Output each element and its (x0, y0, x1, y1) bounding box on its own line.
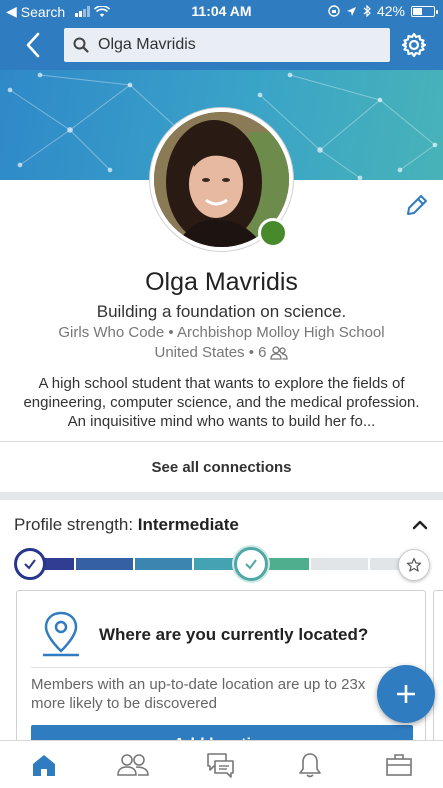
top-bar: ◀ Search 11:04 AM 42% (0, 0, 443, 70)
see-all-connections-link[interactable]: See all connections (0, 450, 443, 486)
profile-strength-prefix: Profile strength: (14, 515, 138, 534)
connections-icon (270, 345, 289, 360)
meter-segment (135, 558, 192, 570)
card-description: Members with an up-to-date location are … (31, 676, 366, 712)
search-icon (64, 37, 98, 53)
meter-goal-node (398, 549, 430, 581)
card-divider (31, 667, 413, 668)
rotation-lock-icon (328, 5, 340, 17)
meter-segment (269, 558, 309, 570)
profile-strength-meter (14, 547, 432, 581)
gear-icon[interactable] (400, 31, 428, 59)
pencil-icon[interactable] (404, 192, 430, 218)
home-icon (33, 754, 56, 776)
checkmark-icon (24, 559, 36, 570)
briefcase-icon (385, 753, 412, 776)
location-arrow-icon (346, 6, 356, 16)
plus-icon (397, 685, 415, 703)
tab-jobs[interactable] (354, 741, 443, 788)
tab-messaging[interactable] (177, 741, 266, 788)
tab-my-network[interactable] (89, 741, 178, 788)
meter-current-node (234, 547, 268, 581)
meter-start-node (14, 548, 46, 580)
meter-segment (311, 558, 368, 570)
bottom-tab-bar (0, 740, 443, 788)
meter-segment (44, 558, 74, 570)
profile-strength-label: Profile strength: Intermediate (14, 515, 239, 535)
meter-segment (194, 558, 234, 570)
profile-name: Olga Mavridis (145, 268, 298, 296)
profile-headline: Building a foundation on science. (96, 302, 347, 321)
battery-icon (411, 5, 438, 17)
search-input[interactable] (98, 36, 378, 54)
meter-segment (370, 558, 400, 570)
checkmark-icon (245, 559, 257, 570)
bluetooth-icon (363, 5, 371, 17)
tab-home[interactable] (0, 741, 89, 788)
divider (0, 441, 443, 442)
battery-percent: 42% (376, 3, 405, 19)
profile-screen: ◀ Search 11:04 AM 42% Olga Mavridis Olga… (0, 0, 443, 788)
location-pin-icon (43, 611, 79, 657)
card-title: Where are you currently located? (99, 625, 369, 644)
meter-segment (76, 558, 133, 570)
people-icon (117, 753, 149, 776)
section-separator (0, 492, 443, 500)
star-icon (406, 557, 422, 572)
profile-summary[interactable]: A high school student that wants to expl… (20, 374, 423, 431)
profile-location-connections: United States • 6 (154, 344, 267, 361)
add-location-card: Where are you currently located? Members… (16, 590, 426, 760)
search-bar[interactable] (64, 28, 390, 62)
online-status-indicator (258, 218, 288, 248)
profile-strength-level: Intermediate (137, 515, 239, 534)
chevron-up-icon[interactable] (410, 515, 430, 535)
profile-organizations: Girls Who Code • Archbishop Molloy High … (58, 324, 385, 341)
profile-location-row: United States • 6 (0, 344, 443, 361)
bell-icon (299, 752, 321, 777)
next-card-peek[interactable] (433, 590, 443, 760)
floating-add-button[interactable] (377, 665, 435, 723)
back-arrow-icon[interactable] (20, 30, 48, 60)
status-bar: ◀ Search 11:04 AM 42% (0, 0, 443, 24)
tab-notifications[interactable] (266, 741, 355, 788)
messaging-icon (207, 752, 235, 778)
